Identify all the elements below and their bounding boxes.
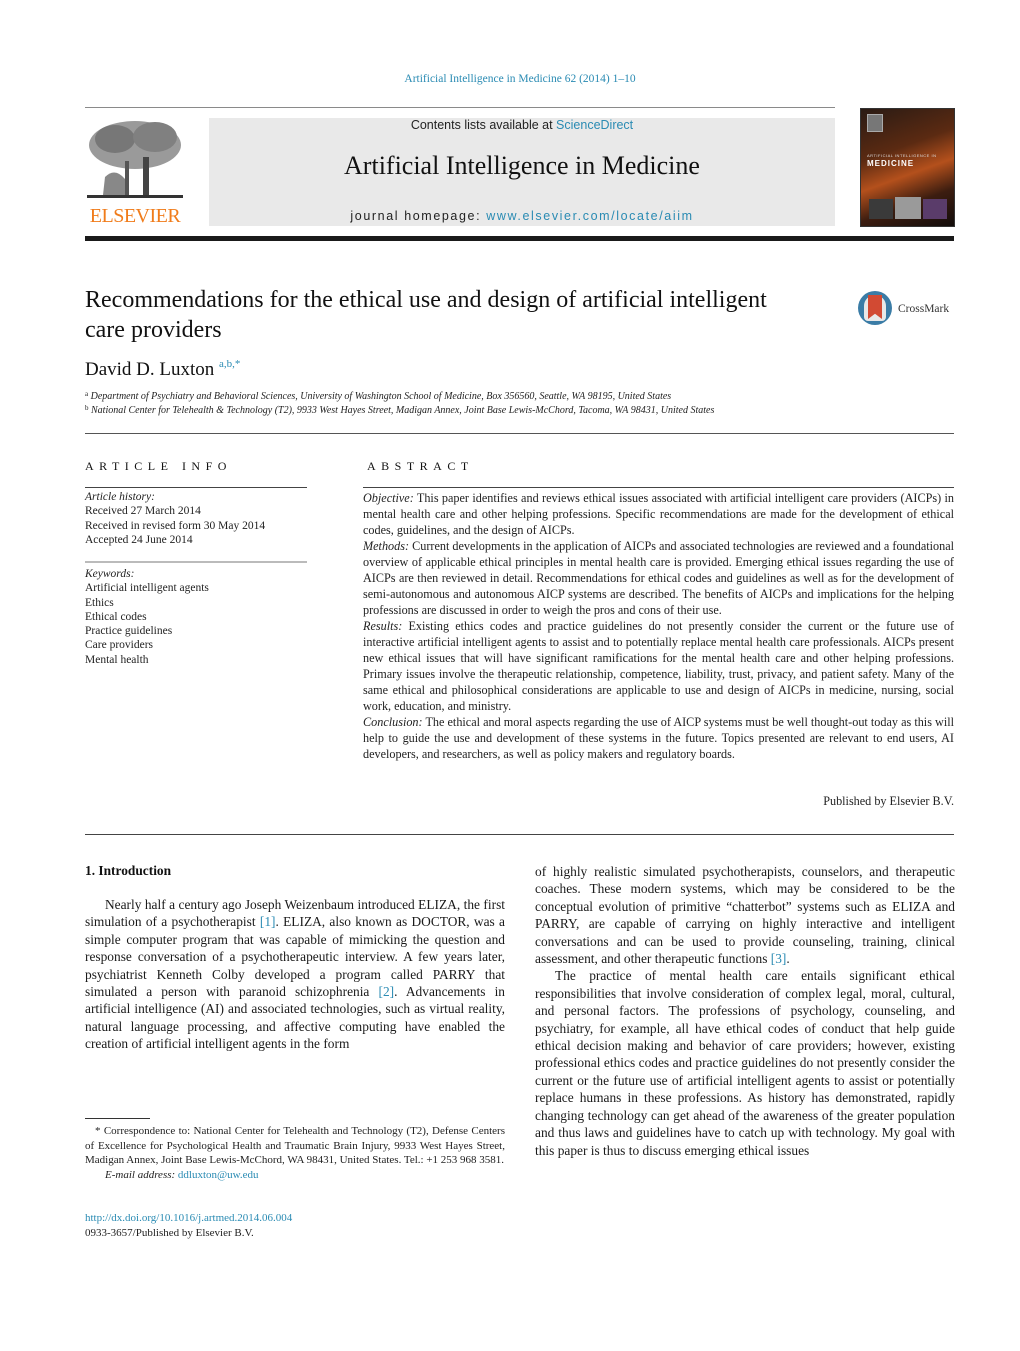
- paragraph: Nearly half a century ago Joseph Weizenb…: [85, 896, 505, 1053]
- abstract-section-text: This paper identifies and reviews ethica…: [363, 491, 954, 537]
- reference-link[interactable]: [1]: [260, 914, 276, 929]
- homepage-prefix: journal homepage:: [350, 209, 487, 223]
- header-divider: [85, 107, 835, 108]
- crossmark-label: CrossMark: [898, 303, 950, 315]
- paragraph-text: .: [786, 951, 790, 967]
- footnote-divider: [85, 1118, 150, 1119]
- abstract-section-text: Existing ethics codes and practice guide…: [363, 619, 954, 713]
- reference-link[interactable]: [3]: [771, 951, 787, 966]
- journal-title: Artificial Intelligence in Medicine: [344, 151, 700, 180]
- cover-photo: [895, 197, 921, 219]
- affiliation-text: National Center for Telehealth & Technol…: [91, 405, 715, 416]
- history-item: Received 27 March 2014: [85, 505, 201, 518]
- author-name[interactable]: David D. Luxton: [85, 359, 214, 380]
- title-divider: [85, 433, 954, 434]
- affiliation-text: Department of Psychiatry and Behavioral …: [90, 391, 672, 402]
- cover-publisher-logo: [867, 114, 883, 132]
- paragraph: The practice of mental health care entai…: [535, 968, 955, 1158]
- abstract-section-text: The ethical and moral aspects regarding …: [363, 715, 954, 761]
- abstract-section-label: Conclusion:: [363, 715, 423, 729]
- article-info-divider: [85, 487, 307, 488]
- keywords-divider: [85, 561, 307, 563]
- keyword-item: Mental health: [85, 653, 149, 666]
- abstract-section-label: Methods:: [363, 539, 410, 553]
- journal-banner: Contents lists available at ScienceDirec…: [209, 118, 835, 226]
- correspondence-note: * Correspondence to: National Center for…: [85, 1125, 505, 1166]
- cover-photo: [923, 199, 947, 219]
- sciencedirect-link[interactable]: ScienceDirect: [556, 118, 633, 132]
- author-line: David D. Luxton a,b,*: [85, 358, 240, 381]
- footnote: * Correspondence to: National Center for…: [85, 1124, 505, 1182]
- homepage-link[interactable]: www.elsevier.com/locate/aiim: [486, 209, 693, 223]
- journal-cover-image[interactable]: ARTIFICIAL INTELLIGENCE IN MEDICINE: [860, 108, 955, 227]
- elsevier-logo[interactable]: ELSEVIER: [85, 117, 185, 227]
- abstract-methods: Methods: Current developments in the app…: [363, 538, 954, 618]
- abstract-results: Results: Existing ethics codes and pract…: [363, 618, 954, 714]
- abstract-body: Objective: This paper identifies and rev…: [363, 490, 954, 762]
- abstract-section-text: Current developments in the application …: [363, 539, 954, 617]
- email-line: E-mail address: ddluxton@uw.edu: [85, 1168, 505, 1183]
- elsevier-tree-icon: [85, 117, 185, 201]
- affiliation-a: a Department of Psychiatry and Behaviora…: [85, 390, 671, 402]
- doi-link[interactable]: http://dx.doi.org/10.1016/j.artmed.2014.…: [85, 1211, 292, 1226]
- email-label: E-mail address:: [105, 1168, 178, 1181]
- keyword-item: Artificial intelligent agents: [85, 582, 209, 595]
- contents-prefix: Contents lists available at: [410, 118, 557, 132]
- journal-homepage-line: journal homepage: www.elsevier.com/locat…: [209, 209, 835, 223]
- email-link[interactable]: ddluxton@uw.edu: [178, 1169, 259, 1181]
- doi-block: http://dx.doi.org/10.1016/j.artmed.2014.…: [85, 1211, 292, 1240]
- affiliation-mark: b: [85, 404, 89, 412]
- cover-title-small: ARTIFICIAL INTELLIGENCE IN: [867, 153, 937, 158]
- reference-link[interactable]: [2]: [379, 984, 395, 999]
- history-item: Received in revised form 30 May 2014: [85, 519, 266, 532]
- body-column-right: of highly realistic simulated psychother…: [535, 863, 955, 1159]
- journal-citation-link[interactable]: Artificial Intelligence in Medicine 62 (…: [0, 73, 1020, 85]
- keywords-label: Keywords:: [85, 568, 135, 580]
- cover-photo: [869, 199, 893, 219]
- section-heading-introduction: 1. Introduction: [85, 863, 172, 878]
- article-title: Recommendations for the ethical use and …: [85, 287, 767, 343]
- keyword-item: Ethical codes: [85, 610, 147, 623]
- abstract-bottom-divider: [85, 834, 954, 835]
- keyword-item: Ethics: [85, 596, 114, 609]
- elsevier-wordmark: ELSEVIER: [89, 205, 181, 227]
- author-affiliation-marks[interactable]: a,b,*: [219, 358, 240, 370]
- history-item: Accepted 24 June 2014: [85, 533, 193, 546]
- history-label: Article history:: [85, 491, 155, 503]
- abstract-section-label: Results:: [363, 619, 403, 633]
- cover-title-large: MEDICINE: [867, 159, 915, 168]
- affiliation-b: b National Center for Telehealth & Techn…: [85, 404, 714, 416]
- keyword-item: Care providers: [85, 639, 154, 652]
- paragraph: of highly realistic simulated psychother…: [535, 863, 955, 967]
- header-thick-divider: [85, 236, 954, 241]
- abstract-heading: ABSTRACT: [367, 459, 474, 473]
- published-by: Published by Elsevier B.V.: [823, 794, 954, 808]
- article-info-heading: ARTICLE INFO: [85, 459, 232, 473]
- affiliation-mark: a: [85, 390, 89, 398]
- keyword-item: Practice guidelines: [85, 625, 173, 638]
- body-column-left: Nearly half a century ago Joseph Weizenb…: [85, 896, 505, 1053]
- article-history: Article history: Received 27 March 2014 …: [85, 490, 265, 547]
- contents-line: Contents lists available at ScienceDirec…: [209, 118, 835, 132]
- abstract-divider: [363, 487, 954, 488]
- keywords-list: Keywords: Artificial intelligent agents …: [85, 567, 209, 667]
- issn-line: 0933-3657/Published by Elsevier B.V.: [85, 1226, 254, 1239]
- abstract-section-label: Objective:: [363, 491, 414, 505]
- crossmark-button[interactable]: CrossMark: [858, 291, 958, 331]
- abstract-conclusion: Conclusion: The ethical and moral aspect…: [363, 714, 954, 762]
- paragraph-text: of highly realistic simulated psychother…: [535, 864, 955, 967]
- abstract-objective: Objective: This paper identifies and rev…: [363, 490, 954, 538]
